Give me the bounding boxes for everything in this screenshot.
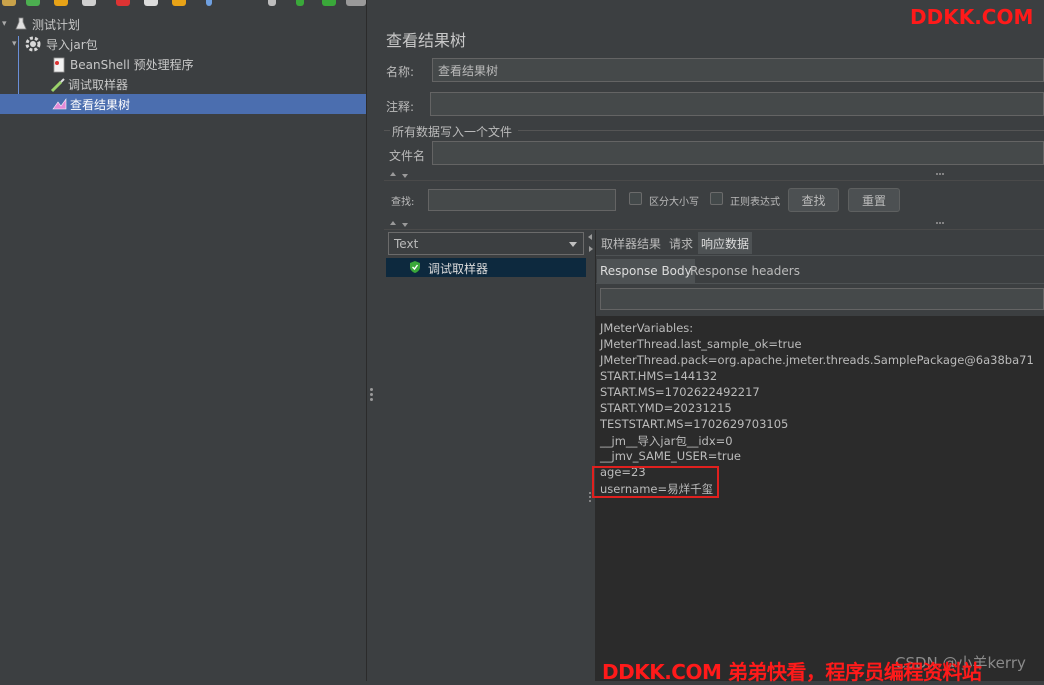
comment-label: 注释:	[386, 100, 415, 114]
filename-label: 文件名	[389, 149, 426, 163]
stop-icon[interactable]	[346, 0, 366, 6]
list-item-label: 调试取样器	[428, 262, 489, 276]
tree-item-beanshell-preprocessor[interactable]: BeanShell 预处理程序	[0, 54, 366, 74]
open-icon[interactable]	[26, 0, 40, 6]
response-line: JMeterVariables:	[600, 321, 694, 335]
response-line: JMeterThread.last_sample_ok=true	[600, 337, 802, 351]
gear-icon	[24, 35, 42, 53]
search-input[interactable]	[428, 189, 616, 211]
regex-label: 正则表达式	[730, 197, 780, 208]
script-icon	[52, 57, 66, 73]
flask-icon	[14, 17, 28, 31]
tab-request[interactable]: 请求	[666, 232, 696, 254]
chevron-down-icon	[569, 242, 577, 247]
toolbar	[0, 0, 376, 8]
results-tree-icon	[52, 97, 67, 111]
renderer-select-value: Text	[394, 236, 419, 251]
watermark-top: DDKK.COM	[910, 5, 1034, 29]
tree-item-debug-sampler[interactable]: 调试取样器	[0, 74, 366, 94]
response-line: START.HMS=144132	[600, 369, 718, 383]
renderer-select[interactable]: Text	[388, 232, 584, 255]
response-line: __jm__导入jar包__idx=0	[600, 434, 733, 448]
folder-icon[interactable]	[2, 0, 16, 6]
results-splitter[interactable]	[384, 219, 1044, 229]
tree-item-label: 查看结果树	[70, 97, 131, 112]
collapse-right-icon[interactable]	[589, 246, 593, 252]
start-icon[interactable]	[296, 0, 304, 6]
collapse-left-icon[interactable]	[588, 234, 592, 240]
tree-item-test-plan[interactable]: ▾ 测试计划	[0, 14, 366, 34]
sample-result-list: 调试取样器	[386, 256, 586, 681]
start-no-pause-icon[interactable]	[322, 0, 336, 6]
tree-item-label: BeanShell 预处理程序	[70, 57, 194, 72]
collapse-up-icon[interactable]	[390, 172, 396, 176]
main-splitter[interactable]	[366, 0, 376, 681]
tree-item-label: 调试取样器	[68, 77, 129, 92]
copy-icon[interactable]	[144, 0, 158, 6]
collapse-down-icon[interactable]	[402, 223, 408, 227]
comment-input[interactable]	[430, 92, 1044, 116]
template-icon[interactable]	[54, 0, 68, 6]
search-splitter[interactable]	[384, 170, 1044, 180]
save-icon[interactable]	[82, 0, 96, 6]
highlight-box	[592, 466, 719, 498]
case-sensitive-label: 区分大小写	[649, 197, 699, 208]
find-button[interactable]: 查找	[788, 188, 839, 212]
regex-checkbox[interactable]	[710, 192, 723, 205]
response-line: START.MS=1702622492217	[600, 385, 760, 399]
response-line: JMeterThread.pack=org.apache.jmeter.thre…	[600, 353, 1034, 367]
test-plan-tree: ▾ 测试计划 ▾ 导入jar包 BeanShell 预处理程序 调试取样器 查看…	[0, 8, 366, 681]
cut-icon[interactable]	[116, 0, 130, 6]
collapse-arrow-icon[interactable]: ▾	[12, 39, 24, 49]
response-line: TESTSTART.MS=1702629703105	[600, 417, 789, 431]
response-line: __jmv_SAME_USER=true	[600, 449, 741, 463]
name-input[interactable]: 查看结果树	[432, 58, 1044, 82]
tab-response-body[interactable]: Response Body	[597, 259, 695, 283]
response-search-input[interactable]	[600, 288, 1044, 310]
file-group-label: 所有数据写入一个文件	[392, 125, 513, 139]
filename-input[interactable]	[432, 141, 1044, 165]
pipette-icon	[50, 77, 65, 93]
reset-button[interactable]: 重置	[848, 188, 900, 212]
response-line: START.YMD=20231215	[600, 401, 732, 415]
tree-item-label: 导入jar包	[46, 37, 98, 52]
tab-response-data[interactable]: 响应数据	[698, 232, 753, 254]
tab-response-headers[interactable]: Response headers	[687, 259, 803, 283]
search-label: 查找:	[391, 197, 415, 208]
tree-item-thread-group[interactable]: ▾ 导入jar包	[0, 34, 366, 54]
success-shield-icon	[408, 260, 422, 274]
collapse-down-icon[interactable]	[402, 174, 408, 178]
name-label: 名称:	[386, 65, 415, 79]
detail-splitter[interactable]	[586, 230, 596, 681]
list-item-debug-sampler[interactable]: 调试取样器	[386, 258, 586, 277]
tree-item-view-results-tree[interactable]: 查看结果树	[0, 94, 366, 114]
collapse-arrow-icon[interactable]: ▾	[2, 19, 14, 29]
page-title: 查看结果树	[386, 31, 467, 50]
expand-icon[interactable]	[206, 0, 212, 6]
tree-item-label: 测试计划	[32, 17, 81, 32]
case-sensitive-checkbox[interactable]	[629, 192, 642, 205]
collapse-up-icon[interactable]	[390, 221, 396, 225]
paste-icon[interactable]	[172, 0, 186, 6]
toggle-icon[interactable]	[268, 0, 276, 6]
name-input-value: 查看结果树	[438, 63, 499, 78]
tab-sampler-result[interactable]: 取样器结果	[598, 232, 664, 254]
